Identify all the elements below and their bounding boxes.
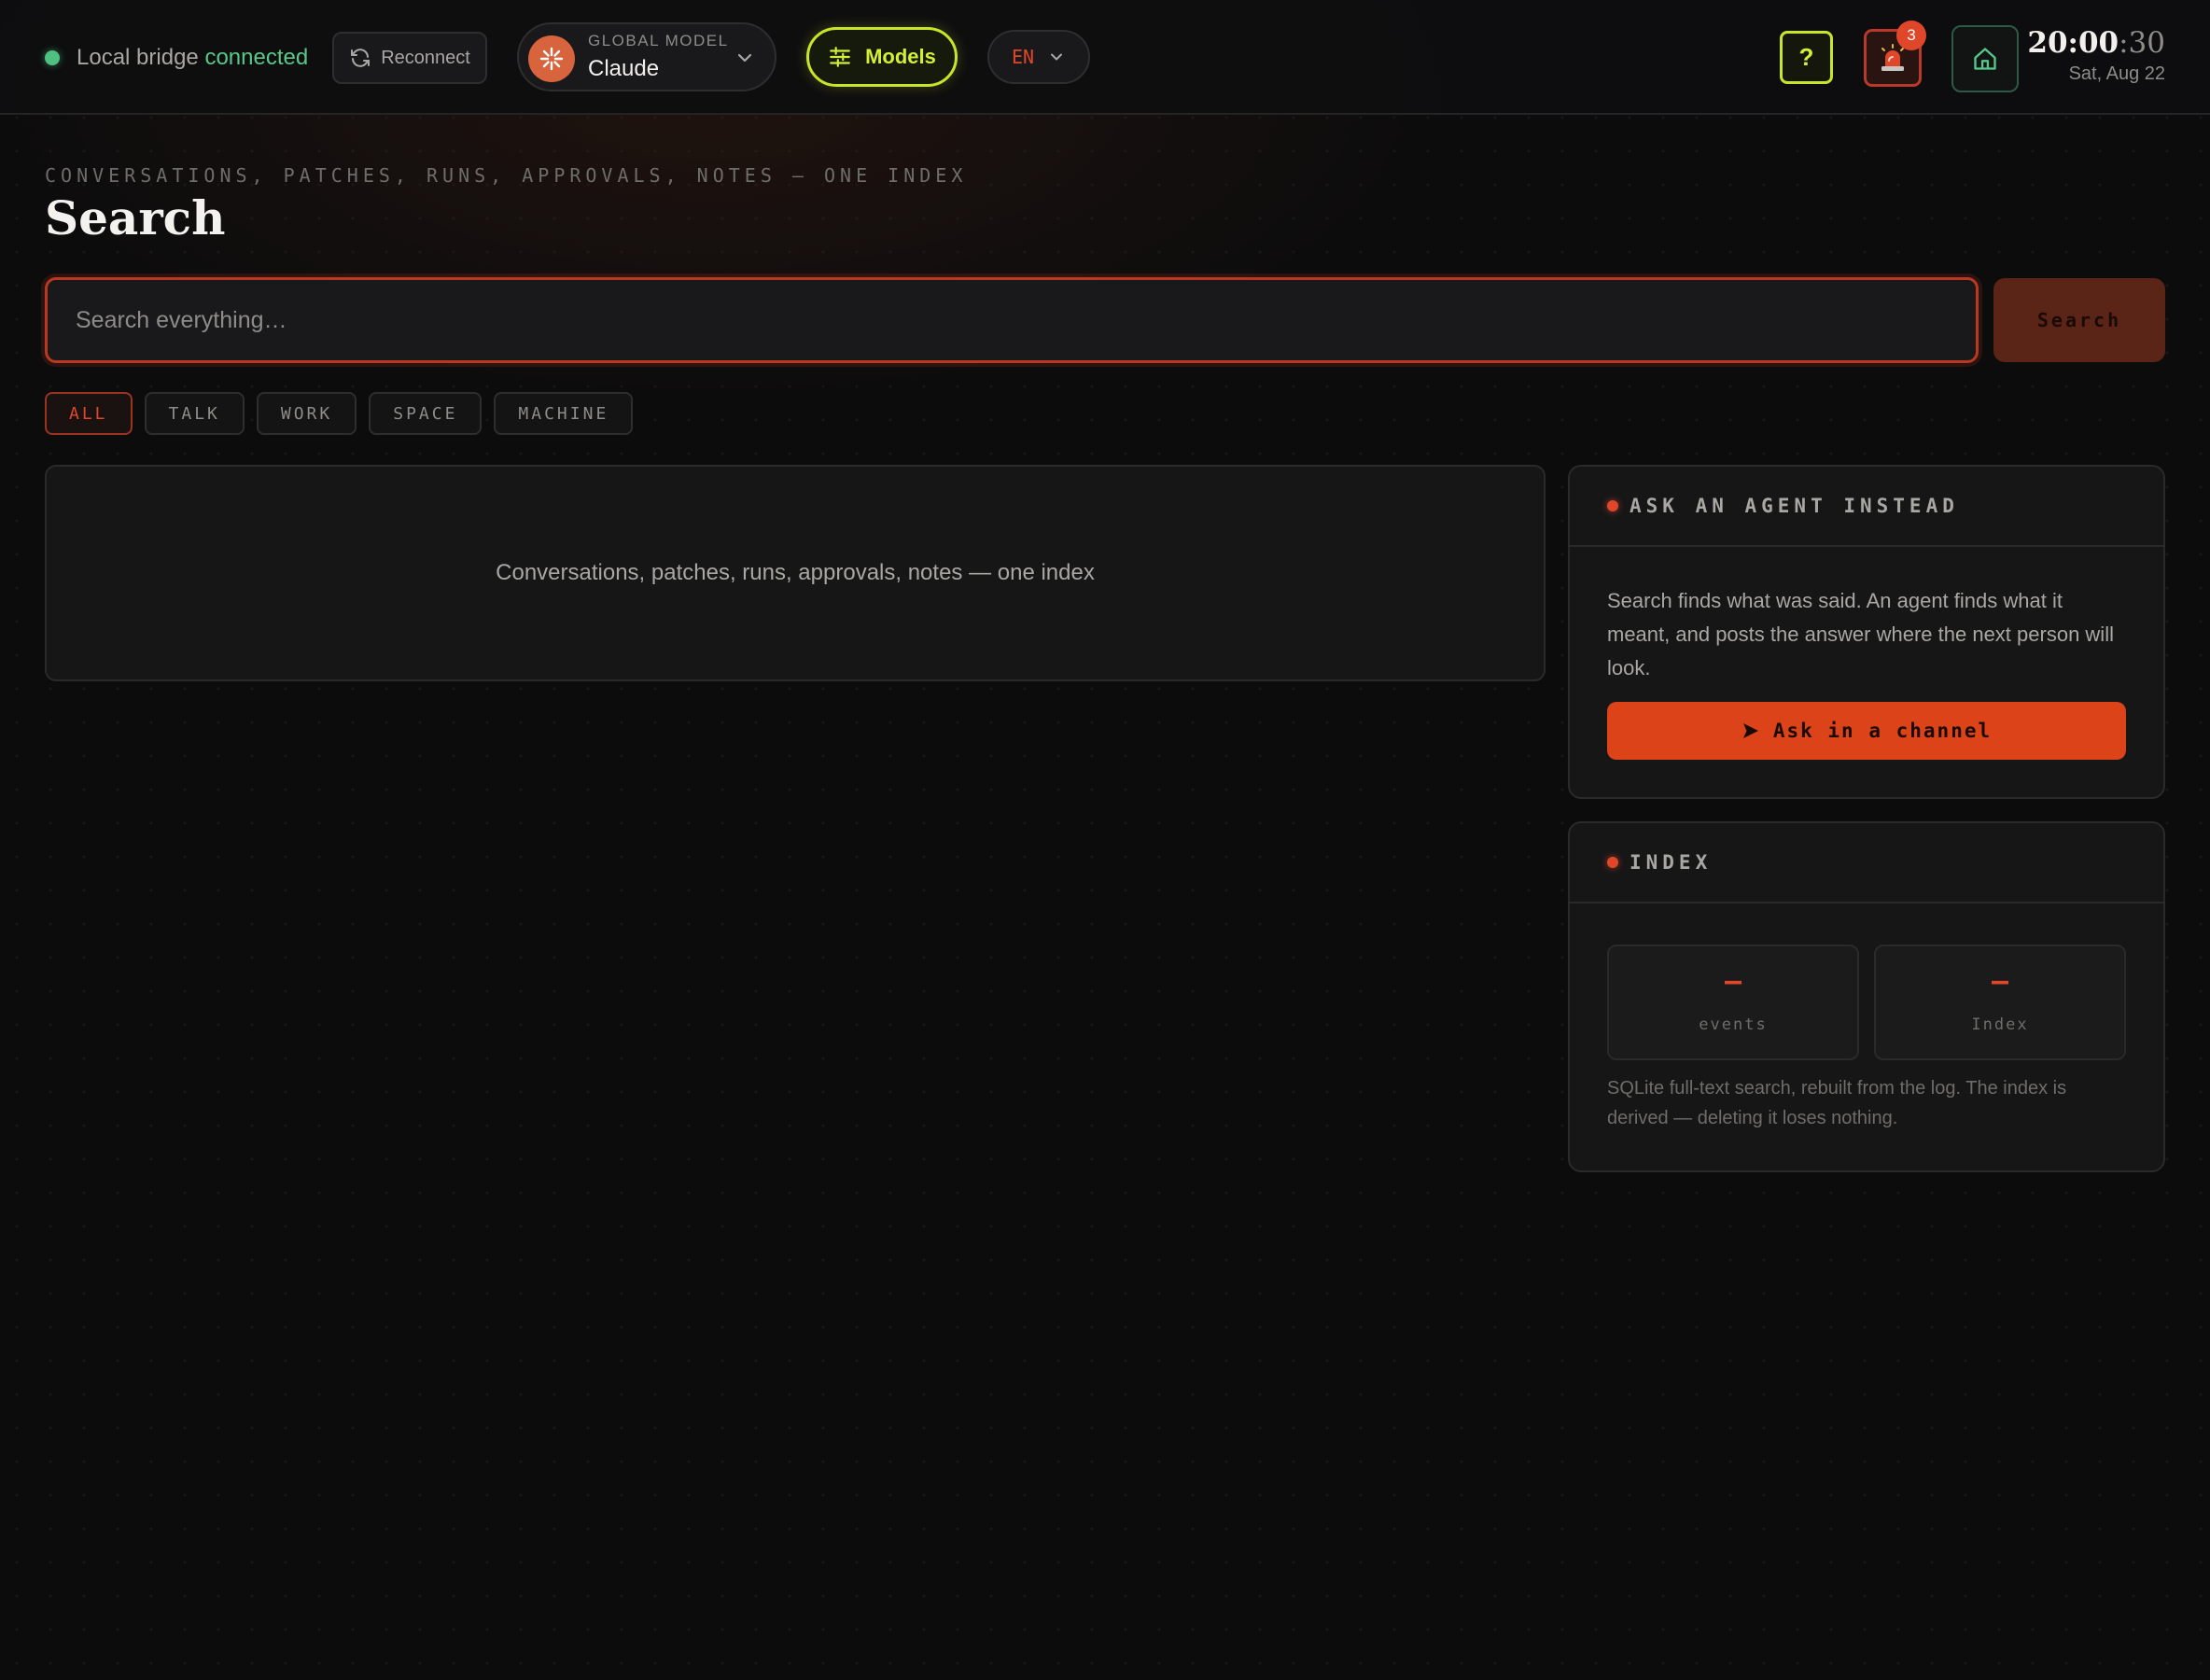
filter-chips: ALL TALK WORK SPACE MACHINE	[45, 392, 634, 435]
reconnect-button[interactable]: Reconnect	[332, 32, 487, 84]
filter-chip-space[interactable]: SPACE	[369, 392, 483, 435]
chevron-down-icon	[737, 53, 752, 63]
top-bar: Local bridge connected Reconnect GLOBAL …	[0, 0, 2210, 115]
clock-date: Sat, Aug 22	[2068, 63, 2165, 84]
ask-in-channel-button[interactable]: Ask in a channel	[1607, 702, 2126, 760]
claude-logo-icon	[528, 35, 575, 82]
stat-label: Index	[1971, 1015, 2029, 1034]
index-heading: INDEX	[1630, 851, 1713, 874]
send-arrow-icon	[1742, 723, 1758, 738]
sliders-icon	[830, 47, 850, 67]
stat-label: events	[1699, 1015, 1768, 1034]
ask-agent-heading: ASK AN AGENT INSTEAD	[1630, 495, 1959, 517]
index-note: SQLite full-text search, rebuilt from th…	[1607, 1078, 2067, 1128]
connection-dot-icon	[45, 50, 60, 65]
models-button[interactable]: Models	[806, 27, 958, 87]
help-icon: ?	[1798, 43, 1814, 71]
home-icon	[1974, 48, 1996, 70]
page-title: Search	[45, 190, 226, 245]
global-model-selector[interactable]: GLOBAL MODEL Claude	[517, 22, 776, 91]
models-label: Models	[865, 45, 936, 68]
clock-hours-minutes: 20:00	[2027, 26, 2119, 60]
index-header: INDEX	[1570, 823, 2163, 903]
alert-count-badge: 3	[1896, 21, 1926, 50]
index-panel: INDEX – events – Index SQLite full-text …	[1568, 821, 2165, 1172]
search-input[interactable]	[45, 277, 1979, 363]
bridge-status-text: connected	[204, 45, 309, 70]
clock-seconds: :30	[2119, 26, 2165, 60]
results-panel: Conversations, patches, runs, approvals,…	[45, 465, 1546, 681]
model-caption: GLOBAL MODEL	[588, 32, 729, 49]
stat-card-index: – Index	[1874, 945, 2126, 1060]
model-name: Claude	[588, 56, 660, 81]
stat-value: –	[1991, 965, 2009, 998]
filter-chip-talk[interactable]: TALK	[144, 392, 245, 435]
page-eyebrow: CONVERSATIONS, PATCHES, RUNS, APPROVALS,…	[45, 164, 968, 187]
home-button[interactable]	[1951, 25, 2019, 92]
stat-value: –	[1724, 965, 1742, 998]
status-dot-icon	[1607, 857, 1618, 868]
filter-chip-machine[interactable]: MACHINE	[494, 392, 634, 435]
filter-chip-work[interactable]: WORK	[256, 392, 357, 435]
language-selector[interactable]: EN	[987, 30, 1090, 84]
stat-card-events: – events	[1607, 945, 1859, 1060]
status-dot-icon	[1607, 500, 1618, 511]
bridge-label: Local bridge	[77, 45, 199, 70]
clock: 20:00:30 Sat, Aug 22	[2027, 26, 2165, 85]
ask-agent-panel: ASK AN AGENT INSTEAD Search finds what w…	[1568, 465, 2165, 799]
clock-time: 20:00:30	[2027, 26, 2165, 60]
chevron-down-icon	[1051, 53, 1063, 61]
reconnect-label: Reconnect	[381, 47, 470, 68]
ask-agent-body: Search finds what was said. An agent fin…	[1607, 589, 2114, 679]
results-empty-text: Conversations, patches, runs, approvals,…	[496, 560, 1095, 585]
refresh-icon	[351, 49, 371, 67]
ask-agent-header: ASK AN AGENT INSTEAD	[1570, 467, 2163, 547]
bridge-status: Local bridge connected	[45, 41, 308, 75]
ask-in-channel-label: Ask in a channel	[1772, 720, 1993, 742]
filter-chip-all[interactable]: ALL	[45, 392, 133, 435]
search-button[interactable]: Search	[1993, 278, 2165, 362]
help-button[interactable]: ?	[1780, 31, 1833, 84]
language-value: EN	[1011, 46, 1035, 68]
